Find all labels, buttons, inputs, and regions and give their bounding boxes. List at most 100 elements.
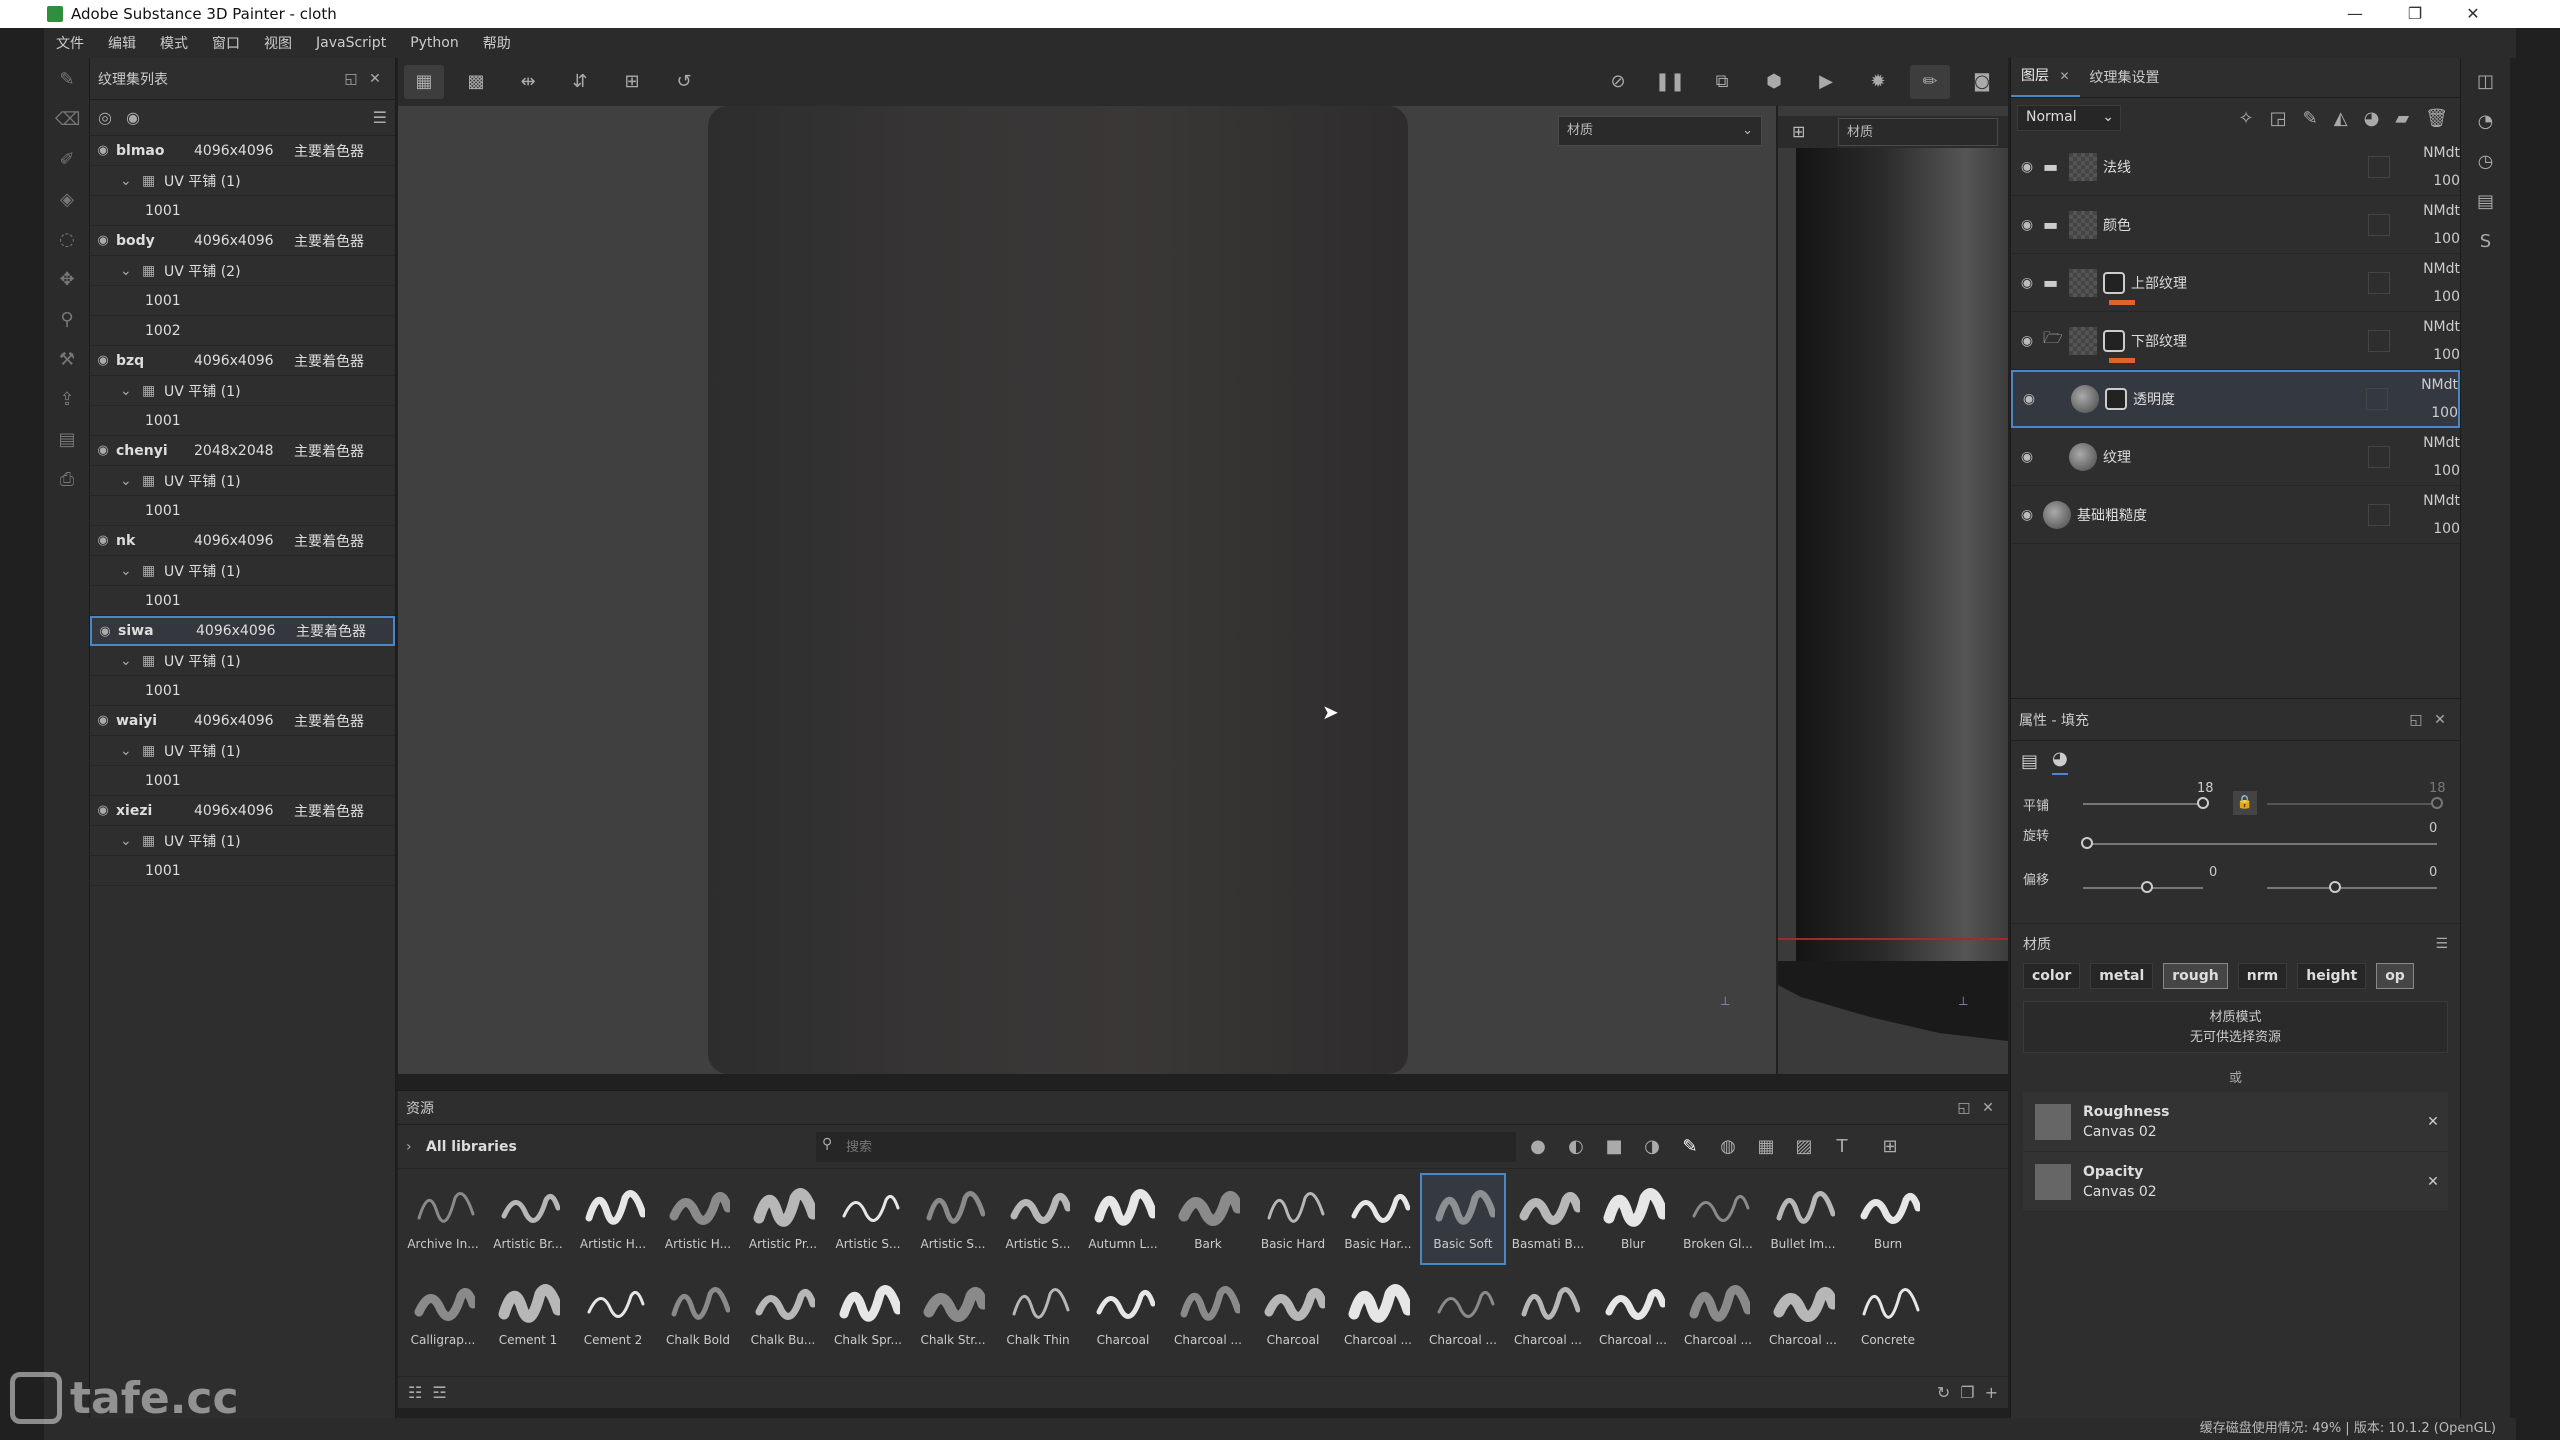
filter-brush-icon[interactable]: ✎ <box>1678 1136 1702 1157</box>
picker-icon[interactable]: ⚲ <box>55 308 79 332</box>
export-icon[interactable]: ⇪ <box>55 388 79 412</box>
brush-tile[interactable]: Bullet Im... <box>1762 1175 1844 1263</box>
blend-mode-select[interactable]: Normal ⌄ <box>2017 105 2121 131</box>
substance-icon[interactable]: S <box>2461 222 2510 262</box>
mask-icon[interactable] <box>2105 388 2127 410</box>
texture-set-shader[interactable]: 主要着色器 <box>294 801 395 821</box>
add-effect-icon[interactable]: ✧ <box>2239 108 2254 129</box>
brush-tile[interactable]: Artistic S... <box>912 1175 994 1263</box>
history-icon[interactable]: ↺ <box>664 65 704 99</box>
viewport-2d-mode-select[interactable]: 材质 <box>1838 118 1998 146</box>
brush-tile[interactable]: Blur <box>1592 1175 1674 1263</box>
brush-tile[interactable]: Basic Hard <box>1252 1175 1334 1263</box>
filter-options-icon[interactable]: ☷ <box>408 1383 422 1402</box>
uv-tiles-row[interactable]: ⌄ ▦ UV 平铺 (1) <box>90 166 395 196</box>
brush-tile[interactable]: Burn <box>1847 1175 1929 1263</box>
light-icon[interactable]: ✹ <box>1858 65 1898 99</box>
layer-opacity[interactable]: 100 <box>2404 515 2460 543</box>
brush-tile[interactable]: Artistic Br... <box>487 1175 569 1263</box>
channel-chip-height[interactable]: height <box>2297 963 2367 989</box>
viewport-2d[interactable]: ⊞ 材质 ⊥ <box>1778 106 2008 1074</box>
clone-icon[interactable]: ✥ <box>55 268 79 292</box>
float-panel-icon[interactable]: ◱ <box>339 71 363 87</box>
channel-slot[interactable]: Roughness Canvas 02 ✕ <box>2023 1092 2448 1152</box>
uv-tiles-row[interactable]: ⌄ ▦ UV 平铺 (2) <box>90 256 395 286</box>
paint-brush-icon[interactable]: ✎ <box>55 68 79 92</box>
texture-set-row[interactable]: ◉ blmao 4096x4096 主要着色器 <box>90 136 395 166</box>
chevron-down-icon[interactable]: ⌄ <box>120 263 142 279</box>
brush-tile[interactable]: Chalk Bu... <box>742 1271 824 1359</box>
uv-tiles-row[interactable]: ⌄ ▦ UV 平铺 (1) <box>90 556 395 586</box>
layer-checkbox[interactable] <box>2368 503 2390 526</box>
brush-tile[interactable]: Chalk Thin <box>997 1271 1079 1359</box>
screenshot-icon[interactable]: ◙ <box>1962 65 2002 99</box>
visibility-toggle-icon[interactable]: ◎ <box>98 108 112 127</box>
chevron-down-icon[interactable]: ⌄ <box>120 743 142 759</box>
eye-icon[interactable]: ◉ <box>2011 507 2043 523</box>
menu-mode[interactable]: 模式 <box>148 33 200 53</box>
layer-icon[interactable]: ▤ <box>55 428 79 452</box>
brush-tile[interactable]: Charcoal <box>1082 1271 1164 1359</box>
add-fill-layer-icon[interactable]: ◭ <box>2334 108 2348 129</box>
layer-row[interactable]: ◉ 基础粗糙度 NMdt 100 <box>2011 486 2460 544</box>
folder-icon[interactable]: 🗁 <box>2043 327 2069 354</box>
brush-tile[interactable]: Calligrap... <box>402 1271 484 1359</box>
expand-library-icon[interactable]: › <box>406 1139 426 1155</box>
layer-opacity[interactable]: 100 <box>2404 341 2460 369</box>
brush-tile[interactable]: Artistic S... <box>827 1175 909 1263</box>
brush-tile[interactable]: Charcoal ... <box>1422 1271 1504 1359</box>
brush-tile[interactable]: Archive In... <box>402 1175 484 1263</box>
offset-x-knob[interactable] <box>2141 881 2153 893</box>
menu-edit[interactable]: 编辑 <box>96 33 148 53</box>
rotation-knob[interactable] <box>2081 837 2093 849</box>
layer-blend-mode[interactable]: NMdt <box>2404 313 2460 341</box>
remove-slot-icon[interactable]: ✕ <box>2418 1114 2448 1130</box>
add-asset-icon[interactable]: + <box>1985 1383 1998 1402</box>
close-panel-icon[interactable]: ✕ <box>363 71 387 87</box>
brush-tile[interactable]: Chalk Bold <box>657 1271 739 1359</box>
fill-settings-tab-icon[interactable]: ▤ <box>2021 751 2038 772</box>
menu-python[interactable]: Python <box>398 35 471 51</box>
filter-particle-icon[interactable]: ◍ <box>1716 1136 1740 1157</box>
layer-blend-mode[interactable]: NMdt <box>2402 371 2458 399</box>
mask-icon[interactable] <box>2103 329 2125 352</box>
tiling-knob[interactable] <box>2197 797 2209 809</box>
eye-icon[interactable]: ◉ <box>90 533 116 548</box>
add-paint-layer-icon[interactable]: ✎ <box>2303 108 2318 129</box>
udim-tile[interactable]: 1001 <box>90 406 395 436</box>
pause-icon[interactable]: ❚❚ <box>1650 65 1690 99</box>
geometry-fill-icon[interactable]: ◈ <box>55 188 79 212</box>
projection-icon[interactable]: ✐ <box>55 148 79 172</box>
brush-tile[interactable]: Artistic H... <box>657 1175 739 1263</box>
brush-tile[interactable]: Broken Gl... <box>1677 1175 1759 1263</box>
uv-tiles-row[interactable]: ⌄ ▦ UV 平铺 (1) <box>90 736 395 766</box>
camera-icon[interactable]: ⎙ <box>55 468 79 492</box>
single-tile-icon[interactable]: ▦ <box>404 65 444 99</box>
eraser-icon[interactable]: ⌫ <box>55 108 80 132</box>
layer-checkbox[interactable] <box>2368 271 2390 294</box>
material-tab-icon[interactable]: ◕ <box>2052 748 2068 775</box>
uv-tiles-row[interactable]: ⌄ ▦ UV 平铺 (1) <box>90 826 395 856</box>
brush-tile[interactable]: Chalk Str... <box>912 1271 994 1359</box>
texture-set-shader[interactable]: 主要着色器 <box>296 621 393 641</box>
texture-set-shader[interactable]: 主要着色器 <box>294 441 395 461</box>
layer-row[interactable]: ◉ ▬ 上部纹理 NMdt 100 <box>2011 254 2460 312</box>
brush-tile[interactable]: Cement 1 <box>487 1271 569 1359</box>
layer-checkbox[interactable] <box>2368 329 2390 352</box>
display-settings-icon[interactable]: ◔ <box>2461 102 2510 142</box>
channel-slot[interactable]: Opacity Canvas 02 ✕ <box>2023 1152 2448 1212</box>
filter-text-icon[interactable]: T <box>1830 1136 1854 1157</box>
props-float-icon[interactable]: ◱ <box>2404 712 2428 728</box>
eye-icon[interactable]: ◉ <box>2011 333 2043 349</box>
brush-tile[interactable]: Basic Har... <box>1337 1175 1419 1263</box>
texture-set-row[interactable]: ◉ body 4096x4096 主要着色器 <box>90 226 395 256</box>
rotation-slider[interactable]: 旋转 0 <box>2011 821 2460 869</box>
eye-icon[interactable]: ◉ <box>90 713 116 728</box>
texture-set-row[interactable]: ◉ waiyi 4096x4096 主要着色器 <box>90 706 395 736</box>
delete-layer-icon[interactable]: 🗑 <box>2425 108 2448 129</box>
brush-tile[interactable]: Artistic S... <box>997 1175 1079 1263</box>
eye-icon[interactable]: ◉ <box>90 143 116 158</box>
uv-tiles-row[interactable]: ⌄ ▦ UV 平铺 (1) <box>90 376 395 406</box>
symmetry-icon[interactable]: ⇵ <box>560 65 600 99</box>
layer-blend-mode[interactable]: NMdt <box>2404 197 2460 225</box>
